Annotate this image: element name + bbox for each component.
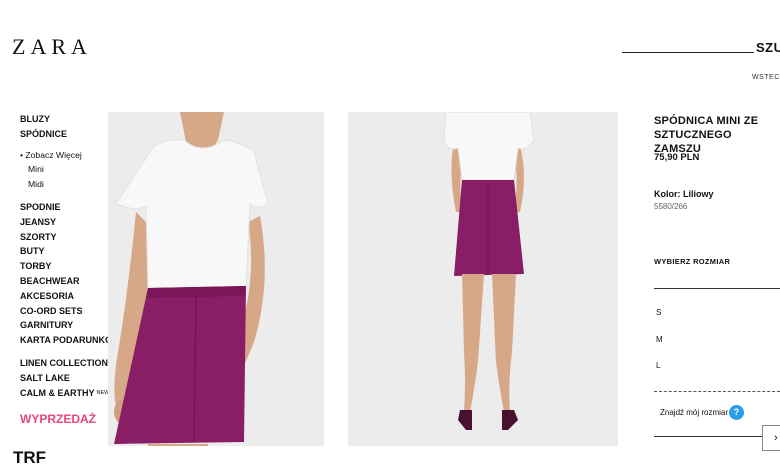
model-front-illustration [108, 112, 324, 446]
product-name: SPÓDNICA MINI ZE SZTUCZNEGO ZAMSZU [654, 115, 759, 155]
add-to-cart-button[interactable]: › [762, 425, 780, 451]
product-price: 75,90 PLN [654, 152, 700, 163]
size-selector-title: WYBIERZ ROZMIAR [654, 257, 731, 266]
model-back-illustration [348, 112, 618, 446]
search-input[interactable]: SZU [756, 40, 780, 55]
product-image-back[interactable] [348, 112, 618, 446]
back-link[interactable]: WSTEC [752, 74, 780, 81]
search-underline [622, 52, 754, 53]
zara-logo[interactable]: ZARA [12, 34, 92, 60]
size-option-m[interactable]: M [656, 333, 663, 360]
chevron-right-icon: › [774, 432, 778, 444]
product-color: Kolor: Liliowy [654, 189, 714, 199]
help-icon[interactable]: ? [729, 405, 744, 420]
product-image-front[interactable] [108, 112, 324, 446]
size-option-s[interactable]: S [656, 306, 663, 333]
find-my-size-link[interactable]: Znajdź mój rozmiar [660, 408, 728, 417]
size-option-l[interactable]: L [656, 359, 663, 386]
nav-subitem-label: Zobacz Więcej [25, 149, 82, 160]
nav-item-label: CALM & EARTHY [20, 387, 95, 398]
nav-item-sale[interactable]: WYPRZEDAŻ [20, 412, 96, 426]
divider-dashed [654, 391, 780, 392]
size-list: S M L [656, 306, 663, 386]
nav-item-trf[interactable]: TRF [13, 448, 46, 468]
divider [654, 288, 780, 289]
product-reference: 5580/266 [654, 202, 688, 211]
